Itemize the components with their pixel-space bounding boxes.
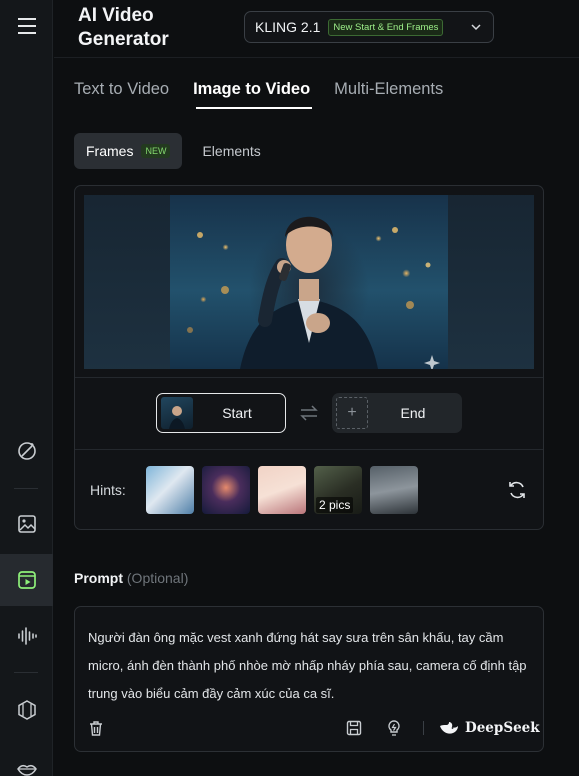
- hint-thumbnail[interactable]: 2 pics: [314, 466, 362, 514]
- chevron-down-icon: [471, 24, 481, 31]
- deepseek-label: DeepSeek: [465, 720, 540, 736]
- prompt-textarea[interactable]: Người đàn ông mặc vest xanh đứng hát say…: [88, 624, 528, 708]
- prompt-box[interactable]: Người đàn ông mặc vest xanh đứng hát say…: [74, 606, 544, 752]
- hamburger-menu-icon: [17, 18, 36, 34]
- menu-button[interactable]: [0, 0, 53, 52]
- sidebar-item-image[interactable]: [0, 498, 53, 550]
- trash-icon: [90, 721, 102, 736]
- subtab-frames[interactable]: Frames NEW: [74, 133, 183, 169]
- sub-tabs: Frames NEW Elements: [74, 133, 273, 169]
- hints-label: Hints:: [90, 482, 126, 498]
- prompt-toolbar: DeepSeek: [75, 717, 543, 741]
- sidebar-item-lips[interactable]: [0, 744, 53, 776]
- lightbulb-icon: [388, 720, 400, 736]
- audio-wave-icon: [17, 627, 37, 645]
- hint-thumbnail[interactable]: [146, 466, 194, 514]
- sidebar-item-video[interactable]: [0, 554, 53, 606]
- hint-thumbnail[interactable]: [202, 466, 250, 514]
- tab-multi-elements[interactable]: Multi-Elements: [334, 80, 443, 109]
- end-frame-button[interactable]: + End: [332, 393, 462, 433]
- panel-divider: [75, 377, 543, 378]
- start-frame-thumbnail: [161, 397, 193, 429]
- subtab-elements[interactable]: Elements: [190, 133, 272, 169]
- model-name: KLING 2.1: [255, 19, 321, 35]
- image-icon: [17, 515, 36, 533]
- sidebar-item-magic[interactable]: [0, 425, 53, 477]
- app-title: AI Video Generator: [78, 5, 169, 50]
- hint-count: 2 pics: [316, 497, 354, 513]
- video-icon: [17, 571, 36, 589]
- frame-preview: [84, 195, 534, 369]
- frames-panel: Start + End Hints: 2 pics: [74, 185, 544, 530]
- singer-image: [187, 216, 440, 369]
- mode-tabs: Text to Video Image to Video Multi-Eleme…: [74, 80, 443, 109]
- prompt-title: Prompt: [74, 570, 123, 586]
- tab-text-to-video[interactable]: Text to Video: [74, 80, 169, 109]
- deepseek-whale-icon: [440, 722, 458, 734]
- hint-thumbnail[interactable]: [370, 466, 418, 514]
- magic-wand-icon: [17, 442, 36, 460]
- add-end-frame-icon: +: [336, 397, 368, 429]
- toolbar-divider: [423, 721, 424, 735]
- clear-prompt-button[interactable]: [85, 717, 107, 739]
- save-icon: [346, 720, 362, 736]
- prompt-optional-label: (Optional): [126, 570, 189, 586]
- hint-thumbnail[interactable]: [258, 466, 306, 514]
- start-frame-label: Start: [222, 405, 252, 421]
- refresh-icon[interactable]: [507, 480, 527, 500]
- model-badge: New Start & End Frames: [328, 18, 444, 36]
- cube-icon: [17, 700, 36, 720]
- deepseek-button[interactable]: DeepSeek: [439, 717, 540, 739]
- enhance-prompt-button[interactable]: [383, 717, 405, 739]
- tab-image-to-video[interactable]: Image to Video: [193, 80, 313, 109]
- header: AI Video Generator KLING 2.1 New Start &…: [54, 0, 579, 58]
- save-prompt-button[interactable]: [343, 717, 365, 739]
- subtab-frames-label: Frames: [86, 143, 134, 159]
- hints-row: Hints: 2 pics: [75, 466, 543, 514]
- start-frame-button[interactable]: Start: [156, 393, 286, 433]
- sidebar-item-cube[interactable]: [0, 684, 53, 736]
- sidebar-divider: [14, 488, 38, 489]
- frames-row: Start + End: [75, 393, 543, 433]
- model-select[interactable]: KLING 2.1 New Start & End Frames: [244, 11, 494, 43]
- preview-image[interactable]: [170, 195, 448, 369]
- lips-icon: [16, 764, 37, 776]
- end-frame-label: End: [400, 405, 426, 421]
- sidebar: [0, 0, 53, 776]
- sidebar-divider: [14, 672, 38, 673]
- swap-icon[interactable]: [298, 402, 320, 424]
- panel-divider: [75, 449, 543, 450]
- prompt-heading: Prompt (Optional): [74, 570, 188, 586]
- new-badge: NEW: [141, 144, 171, 158]
- sidebar-item-audio[interactable]: [0, 610, 53, 662]
